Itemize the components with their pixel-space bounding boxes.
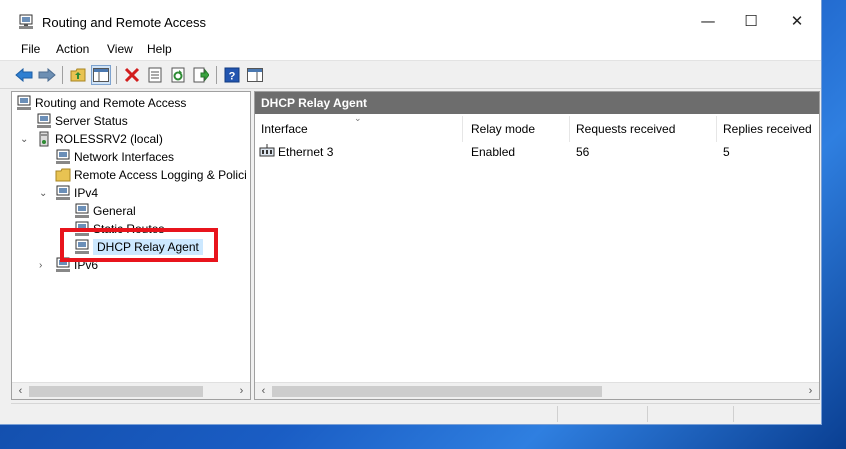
dhcp-relay-agent-icon (75, 239, 89, 254)
scroll-right-icon[interactable]: › (802, 383, 819, 399)
action-pane-icon (247, 68, 263, 82)
menu-bar: File Action View Help (0, 36, 821, 61)
ethernet-icon (259, 144, 275, 157)
maximize-button[interactable]: ☐ (728, 6, 774, 36)
up-folder-icon (70, 68, 86, 82)
rras-app-icon (19, 14, 33, 29)
help-button[interactable]: ? (222, 65, 242, 85)
console-tree[interactable]: Routing and Remote Access Server Status … (11, 91, 251, 400)
details-horizontal-scrollbar[interactable]: ‹ › (255, 382, 819, 399)
action-pane-button[interactable] (245, 65, 265, 85)
expand-chevron-icon[interactable]: ⌄ (20, 134, 32, 146)
server-status-icon (37, 113, 51, 128)
cell-replies: 5 (723, 145, 730, 159)
refresh-button[interactable] (168, 65, 188, 85)
cell-relay-mode: Enabled (471, 145, 516, 159)
menu-file[interactable]: File (21, 42, 40, 56)
ipv4-icon (56, 185, 70, 200)
up-one-level-button[interactable] (68, 65, 88, 85)
refresh-icon (171, 67, 185, 83)
cell-interface: Ethernet 3 (278, 145, 334, 159)
delete-icon (124, 67, 140, 83)
ipv6-icon (56, 257, 70, 272)
window-title: Routing and Remote Access (42, 15, 207, 30)
title-bar[interactable]: Routing and Remote Access — ☐ ✕ (0, 0, 821, 36)
minimize-button[interactable]: — (685, 6, 731, 36)
rras-icon (17, 95, 31, 110)
details-header: DHCP Relay Agent (255, 92, 819, 114)
svg-text:?: ? (229, 71, 236, 83)
status-bar (11, 403, 820, 423)
scroll-right-icon[interactable]: › (233, 383, 250, 399)
general-icon (75, 203, 89, 218)
network-interfaces-icon (56, 149, 70, 164)
properties-icon (148, 67, 162, 83)
delete-button[interactable] (122, 65, 142, 85)
selected-node-label: DHCP Relay Agent (93, 239, 203, 255)
details-pane: DHCP Relay Agent Interface ⌄ Relay mode … (254, 91, 820, 400)
cell-requests: 56 (576, 145, 590, 159)
menu-view[interactable]: View (107, 42, 133, 56)
show-hide-tree-button[interactable] (91, 65, 111, 85)
back-button[interactable] (14, 65, 34, 85)
scroll-left-icon[interactable]: ‹ (255, 383, 272, 399)
static-routes-icon (75, 221, 89, 236)
scrollbar-thumb[interactable] (29, 386, 203, 397)
show-hide-tree-icon (93, 68, 109, 82)
folder-icon (55, 168, 71, 182)
close-button[interactable]: ✕ (774, 6, 820, 36)
column-interface[interactable]: Interface ⌄ (255, 113, 463, 142)
forward-button[interactable] (37, 65, 57, 85)
collapsed-chevron-icon[interactable]: › (39, 260, 51, 272)
forward-arrow-icon (38, 68, 56, 82)
column-relay-mode[interactable]: Relay mode (465, 116, 570, 142)
expand-chevron-icon[interactable]: ⌄ (39, 188, 51, 200)
properties-button[interactable] (145, 65, 165, 85)
scroll-left-icon[interactable]: ‹ (12, 383, 29, 399)
menu-action[interactable]: Action (56, 42, 89, 56)
toolbar: ? (0, 61, 821, 89)
back-arrow-icon (15, 68, 33, 82)
column-replies-received[interactable]: Replies received (717, 116, 819, 142)
tree-horizontal-scrollbar[interactable]: ‹ › (12, 382, 250, 399)
app-window: Routing and Remote Access — ☐ ✕ File Act… (0, 0, 822, 425)
menu-help[interactable]: Help (147, 42, 172, 56)
column-requests-received[interactable]: Requests received (570, 116, 717, 142)
sort-indicator-icon: ⌄ (354, 113, 362, 123)
help-icon: ? (224, 67, 240, 83)
export-list-icon (193, 67, 209, 83)
scrollbar-thumb[interactable] (272, 386, 602, 397)
server-icon (39, 131, 49, 147)
export-list-button[interactable] (191, 65, 211, 85)
